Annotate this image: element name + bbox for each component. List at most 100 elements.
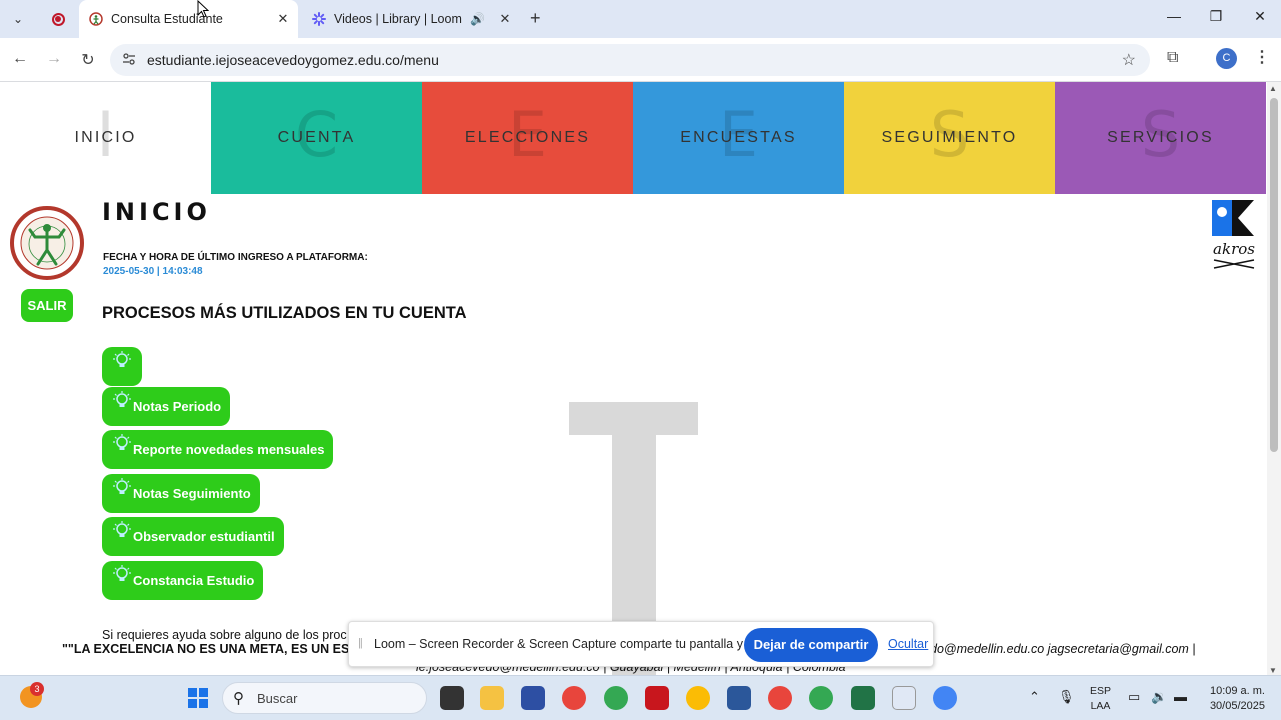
- school-seal-logo: [10, 206, 84, 280]
- chrome-active-icon[interactable]: [933, 686, 957, 710]
- scroll-thumb[interactable]: [1270, 98, 1278, 452]
- tab-title: Videos | Library | Loom: [334, 12, 462, 26]
- back-arrow-icon[interactable]: ←: [10, 50, 30, 68]
- task-view-icon[interactable]: [440, 686, 464, 710]
- lightbulb-icon: [113, 477, 131, 494]
- extensions-puzzle-icon[interactable]: ⧉: [1167, 49, 1178, 67]
- language-indicator[interactable]: ESP LAA: [1090, 684, 1111, 714]
- volume-icon[interactable]: 🔉: [1151, 689, 1167, 705]
- battery-icon[interactable]: ▬: [1174, 689, 1187, 704]
- restore-icon[interactable]: ❐: [1206, 8, 1226, 25]
- chrome-profile-icon[interactable]: [809, 686, 833, 710]
- akros-logo: akros: [1212, 200, 1255, 269]
- file-explorer-icon[interactable]: [480, 686, 504, 710]
- lightbulb-icon: [113, 520, 131, 537]
- nav-label: INICIO: [74, 129, 137, 146]
- windows-taskbar: 3 ⚲ Buscar ⌃ 🎙 ESP LAA ▭ 🔉 ▬ 10:09 a. m.…: [0, 675, 1281, 720]
- clock-date: 30/05/2025: [1209, 700, 1265, 712]
- process-button-observador[interactable]: Observador estudiantil: [102, 517, 284, 556]
- acrobat-icon[interactable]: [645, 686, 669, 710]
- nav-label: ELECCIONES: [464, 129, 591, 146]
- tab-search-chevron-icon[interactable]: ⌄: [8, 9, 28, 29]
- hide-link[interactable]: Ocultar: [888, 637, 928, 651]
- nav-label: ENCUESTAS: [680, 129, 797, 146]
- tab-title: Consulta Estudiante: [111, 12, 223, 26]
- taskbar-search[interactable]: ⚲ Buscar: [222, 682, 427, 714]
- stop-sharing-button[interactable]: Dejar de compartir: [744, 628, 878, 662]
- taskbar-search-placeholder: Buscar: [257, 691, 298, 706]
- logout-button[interactable]: SALIR: [21, 289, 73, 322]
- url-text: estudiante.iejoseacevedoygomez.edu.co/me…: [147, 52, 439, 68]
- process-button-notas-periodo[interactable]: Notas Periodo: [102, 387, 231, 426]
- forward-arrow-icon[interactable]: →: [44, 50, 64, 68]
- browser-tab-strip: ⌄ Consulta Estudiante ✕ Videos | Library…: [0, 0, 1281, 38]
- process-button[interactable]: [102, 347, 142, 386]
- close-tab-icon[interactable]: ✕: [496, 11, 514, 27]
- chrome-icon[interactable]: [768, 686, 792, 710]
- scroll-down-icon[interactable]: ▼: [1269, 666, 1277, 675]
- tab-consulta-estudiante[interactable]: Consulta Estudiante ✕: [79, 0, 298, 38]
- nav-encuestas[interactable]: E ENCUESTAS: [633, 82, 844, 194]
- nav-label: SEGUIMIENTO: [881, 129, 1018, 146]
- last-login-value: 2025-05-30 | 14:03:48: [103, 266, 203, 277]
- process-button-reporte-novedades[interactable]: Reporte novedades mensuales: [102, 430, 334, 469]
- nav-servicios[interactable]: S SERVICIOS: [1055, 82, 1266, 194]
- lightbulb-icon: [113, 390, 131, 407]
- recording-icon: [51, 12, 65, 26]
- snipping-tool-icon[interactable]: [892, 686, 916, 710]
- clock-time: 10:09 a. m.: [1209, 685, 1265, 697]
- chrome-profile-icon[interactable]: [686, 686, 710, 710]
- window-close-icon[interactable]: ✕: [1250, 8, 1270, 25]
- nav-seguimiento[interactable]: S SEGUIMIENTO: [844, 82, 1055, 194]
- school-favicon-icon: [89, 12, 103, 26]
- mouse-cursor-icon: [197, 0, 209, 18]
- main-navigation: I INICIO C CUENTA E ELECCIONES E ENCUEST…: [0, 82, 1267, 194]
- windows-start-icon[interactable]: [188, 688, 208, 708]
- system-clock[interactable]: 10:09 a. m. 30/05/2025: [1203, 684, 1265, 714]
- page-viewport: I INICIO C CUENTA E ELECCIONES E ENCUEST…: [0, 82, 1267, 675]
- process-label: Observador estudiantil: [133, 529, 275, 544]
- word-icon[interactable]: [727, 686, 751, 710]
- process-button-notas-seguimiento[interactable]: Notas Seguimiento: [102, 474, 260, 513]
- nav-cuenta[interactable]: C CUENTA: [211, 82, 422, 194]
- scroll-up-icon[interactable]: ▲: [1269, 84, 1277, 93]
- tab-recording[interactable]: [40, 0, 76, 38]
- process-button-constancia[interactable]: Constancia Estudio: [102, 561, 264, 600]
- process-label: Reporte novedades mensuales: [133, 442, 325, 457]
- nav-label: CUENTA: [277, 129, 356, 146]
- nav-elecciones[interactable]: E ELECCIONES: [422, 82, 633, 194]
- address-bar[interactable]: estudiante.iejoseacevedoygomez.edu.co/me…: [110, 44, 1150, 76]
- chrome-icon[interactable]: [562, 686, 586, 710]
- process-label: Constancia Estudio: [133, 573, 255, 588]
- nav-inicio[interactable]: I INICIO: [0, 82, 211, 194]
- site-settings-icon[interactable]: [122, 52, 136, 66]
- keyboard-layout: LAA: [1090, 700, 1111, 712]
- drag-handle-icon[interactable]: ||: [358, 637, 363, 649]
- footer-emails: do@medellin.edu.co jagsecretaria@gmail.c…: [930, 642, 1196, 656]
- close-tab-icon[interactable]: ✕: [274, 11, 292, 27]
- bookmark-star-icon[interactable]: ☆: [1122, 50, 1136, 70]
- page-scrollbar[interactable]: ▲ ▼: [1267, 82, 1281, 675]
- profile-avatar[interactable]: C: [1216, 48, 1237, 69]
- process-label: Notas Periodo: [133, 399, 222, 414]
- excel-icon[interactable]: [851, 686, 875, 710]
- footer-quote: ""LA EXCELENCIA NO ES UNA META, ES UN ES: [62, 642, 350, 656]
- last-login-label: FECHA Y HORA DE ÚLTIMO INGRESO A PLATAFO…: [103, 252, 368, 263]
- new-tab-plus-icon[interactable]: +: [530, 8, 541, 29]
- microphone-icon[interactable]: 🎙: [1058, 689, 1075, 705]
- language-code: ESP: [1090, 685, 1112, 697]
- lightbulb-icon: [113, 350, 131, 367]
- tab-loom-library[interactable]: Videos | Library | Loom 🔊 ✕: [302, 0, 520, 38]
- help-text: Si requieres ayuda sobre alguno de los p…: [102, 628, 347, 642]
- hidden-icons-chevron-icon[interactable]: ⌃: [1029, 689, 1040, 705]
- browser-menu-icon[interactable]: ⋮: [1254, 47, 1270, 67]
- lightbulb-icon: [113, 564, 131, 581]
- reload-icon[interactable]: ↻: [78, 50, 98, 70]
- store-icon[interactable]: [521, 686, 545, 710]
- loom-share-bar: || Loom – Screen Recorder & Screen Captu…: [348, 621, 934, 667]
- chrome-profile-icon[interactable]: [604, 686, 628, 710]
- minimize-icon[interactable]: —: [1164, 8, 1184, 24]
- page-title: INICIO: [102, 198, 211, 226]
- speaker-icon[interactable]: 🔊: [470, 12, 486, 26]
- network-icon[interactable]: ▭: [1128, 689, 1140, 705]
